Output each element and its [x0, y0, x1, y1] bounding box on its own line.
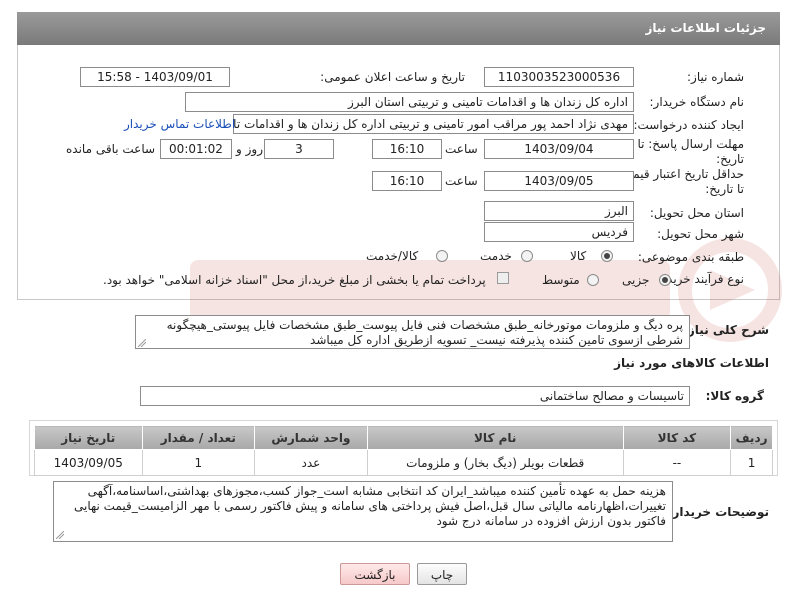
resize-handle-icon[interactable]: [138, 339, 146, 347]
remaining-time-label: ساعت باقی مانده: [66, 142, 156, 156]
requester-field: مهدی نژاد احمد پور مراقب امور تامینی و ت…: [233, 114, 634, 134]
process-radio-minor[interactable]: [659, 274, 671, 286]
process-option-medium: متوسط: [542, 273, 580, 287]
goods-group-field: تاسیسات و مصالح ساختمانی: [140, 386, 690, 406]
col-need-date: تاریخ نیاز: [34, 425, 143, 450]
treasury-payment-note: پرداخت تمام یا بخشی از مبلغ خرید،از محل …: [103, 273, 486, 287]
print-button[interactable]: چاپ: [417, 563, 467, 585]
remaining-time-field: 00:01:02: [160, 139, 232, 159]
category-radio-service[interactable]: [521, 250, 533, 262]
goods-section-title: اطلاعات کالاهای مورد نیاز: [614, 356, 769, 370]
buyer-org-field: اداره کل زندان ها و اقدامات تامینی و ترب…: [185, 92, 634, 112]
table-row: 1 -- قطعات بویلر (دیگ بخار) و ملزومات عد…: [34, 449, 773, 476]
panel-title: جزئیات اطلاعات نیاز: [17, 12, 780, 45]
price-validity-time-field: 16:10: [372, 171, 442, 191]
col-item-name: نام کالا: [366, 425, 624, 450]
buyer-notes-text: هزینه حمل به عهده تأمین کننده میباشد_ایر…: [53, 481, 673, 542]
goods-group-label: گروه کالا:: [705, 389, 764, 403]
announce-datetime-field: 1403/09/01 - 15:58: [80, 67, 230, 87]
items-table: ردیف کد کالا نام کالا واحد شمارش تعداد /…: [34, 425, 773, 476]
col-row-number: ردیف: [730, 425, 773, 450]
buyer-notes-label: توضیحات خریدار:: [667, 505, 769, 519]
deadline-days-label: روز و: [236, 142, 263, 156]
announce-datetime-label: تاریخ و ساعت اعلان عمومی:: [320, 70, 465, 84]
description-label: شرح کلی نیاز:: [683, 323, 769, 337]
category-option-goods: کالا: [570, 249, 587, 263]
deadline-time-label: ساعت: [445, 142, 478, 156]
category-option-service: خدمت: [480, 249, 512, 263]
back-button[interactable]: بازگشت: [340, 563, 410, 585]
process-radio-medium[interactable]: [587, 274, 599, 286]
buyer-org-label: نام دستگاه خریدار:: [649, 95, 745, 109]
process-option-minor: جزیی: [622, 273, 650, 287]
cell-row-number: 1: [730, 449, 773, 476]
col-unit: واحد شمارش: [254, 425, 368, 450]
city-label: شهر محل تحویل:: [657, 227, 744, 241]
category-label: طبقه بندی موضوعی:: [637, 250, 744, 264]
category-radio-goods[interactable]: [601, 250, 613, 262]
deadline-date-field: 1403/09/04: [484, 139, 634, 159]
price-validity-date-field: 1403/09/05: [484, 171, 634, 191]
deadline-days-field: 3: [264, 139, 334, 159]
treasury-payment-checkbox[interactable]: [497, 272, 509, 284]
category-option-goods-service: کالا/خدمت: [366, 249, 419, 263]
cell-need-date: 1403/09/05: [34, 449, 143, 476]
col-item-code: کد کالا: [622, 425, 732, 450]
deadline-label: مهلت ارسال پاسخ: تا تاریخ:: [637, 137, 744, 166]
requester-label: ایجاد کننده درخواست:: [633, 118, 744, 132]
province-field: البرز: [484, 201, 634, 221]
col-quantity: تعداد / مقدار: [141, 425, 256, 450]
cell-item-code: --: [622, 449, 732, 476]
description-text: پره دیگ و ملزومات موتورخانه_طبق مشخصات ف…: [135, 315, 690, 349]
province-label: استان محل تحویل:: [649, 206, 744, 220]
price-validity-time-label: ساعت: [445, 174, 478, 188]
cell-item-name: قطعات بویلر (دیگ بخار) و ملزومات: [366, 449, 624, 476]
cell-unit: عدد: [254, 449, 368, 476]
need-number-field: 1103003523000536: [484, 67, 634, 87]
buyer-contact-link[interactable]: اطلاعات تماس خریدار: [124, 117, 235, 131]
city-field: فردیس: [484, 222, 634, 242]
category-radio-goods-service[interactable]: [436, 250, 448, 262]
deadline-time-field: 16:10: [372, 139, 442, 159]
process-type-label: نوع فرآیند خرید :: [659, 272, 744, 286]
cell-quantity: 1: [141, 449, 256, 476]
need-number-label: شماره نیاز:: [687, 70, 744, 84]
resize-handle-icon[interactable]: [56, 531, 64, 539]
items-table-header: ردیف کد کالا نام کالا واحد شمارش تعداد /…: [34, 425, 773, 450]
